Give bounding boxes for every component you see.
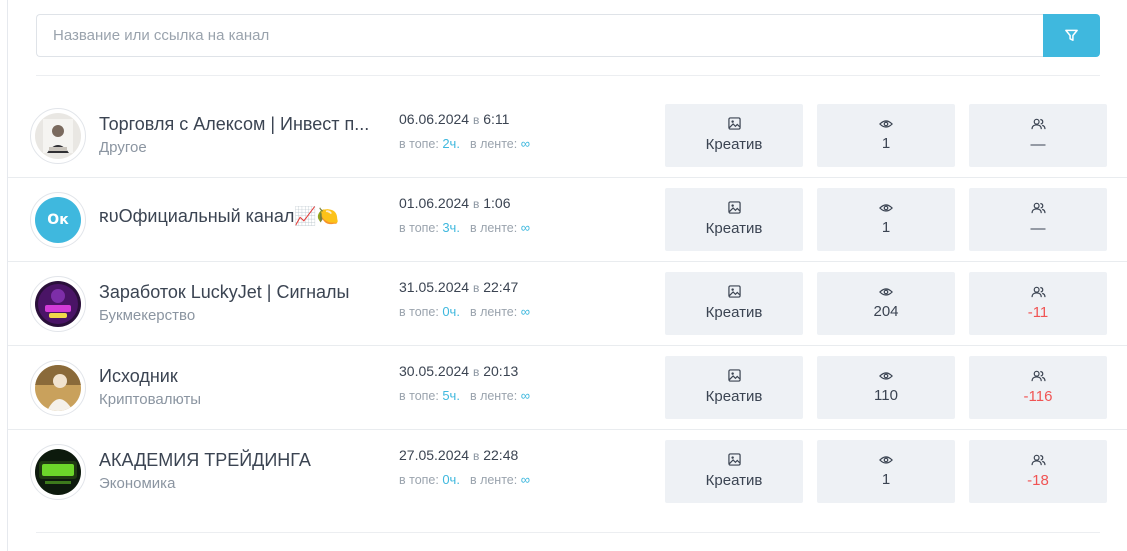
- users-icon: [1030, 286, 1046, 297]
- search-input[interactable]: [36, 14, 1043, 57]
- avatar-photo: [35, 365, 81, 411]
- channel-category: Другое: [99, 139, 147, 156]
- subscribers-stat: -11: [969, 272, 1107, 335]
- post-date: 01.06.2024 в 1:06: [399, 195, 511, 211]
- subscribers-change: -11: [1027, 303, 1049, 321]
- post-meta: в топе: 2ч. в ленте: ∞: [399, 136, 530, 151]
- channel-list: Торговля с Алексом | Инвест п... Другое …: [8, 94, 1127, 514]
- creative-button[interactable]: Креатив: [665, 104, 803, 167]
- post-meta: в топе: 5ч. в ленте: ∞: [399, 388, 530, 403]
- divider-bottom: [36, 532, 1100, 533]
- views-stat: 1: [817, 440, 955, 503]
- filter-icon: [1065, 29, 1078, 41]
- creative-label: Креатив: [705, 304, 763, 321]
- image-icon: [727, 201, 741, 214]
- list-item[interactable]: АКАДЕМИЯ ТРЕЙДИНГА Экономика 27.05.2024 …: [8, 430, 1127, 514]
- channel-category: Букмекерство: [99, 307, 196, 324]
- eye-icon: [879, 287, 893, 296]
- channel-category: Экономика: [99, 475, 176, 492]
- creative-button[interactable]: Креатив: [665, 356, 803, 419]
- eye-icon: [879, 371, 893, 380]
- views-count: 1: [881, 218, 891, 236]
- users-icon: [1030, 370, 1046, 381]
- avatar-initials: Ок: [35, 197, 81, 243]
- users-icon: [1030, 118, 1046, 129]
- users-icon: [1030, 202, 1046, 213]
- channel-name[interactable]: ʀᴜОфициальный канал📈🍋: [99, 204, 379, 228]
- views-stat: 204: [817, 272, 955, 335]
- subscribers-stat: -18: [969, 440, 1107, 503]
- channel-category: Криптовалюты: [99, 391, 202, 408]
- post-date: 06.06.2024 в 6:11: [399, 111, 510, 127]
- subscribers-stat: -116: [969, 356, 1107, 419]
- views-stat: 1: [817, 104, 955, 167]
- avatar[interactable]: Ок: [30, 192, 86, 248]
- list-item[interactable]: Исходник Криптовалюты 30.05.2024 в 20:13…: [8, 346, 1127, 430]
- subscribers-change: —: [1030, 135, 1046, 153]
- avatar-photo: [35, 113, 81, 159]
- image-icon: [727, 453, 741, 466]
- post-meta: в топе: 0ч. в ленте: ∞: [399, 304, 530, 319]
- avatar[interactable]: [30, 276, 86, 332]
- filter-button[interactable]: [1043, 14, 1100, 57]
- avatar[interactable]: [30, 360, 86, 416]
- avatar[interactable]: [30, 444, 86, 500]
- image-icon: [727, 285, 741, 298]
- search-bar: [36, 14, 1100, 57]
- views-count: 204: [873, 302, 899, 320]
- post-date: 30.05.2024 в 20:13: [399, 363, 519, 379]
- list-item[interactable]: Торговля с Алексом | Инвест п... Другое …: [8, 94, 1127, 178]
- views-count: 1: [881, 470, 891, 488]
- subscribers-change: -116: [1023, 387, 1053, 405]
- creative-label: Креатив: [705, 472, 763, 489]
- channel-name[interactable]: Исходник: [99, 364, 379, 388]
- image-icon: [727, 369, 741, 382]
- creative-label: Креатив: [705, 136, 763, 153]
- post-date: 31.05.2024 в 22:47: [399, 279, 519, 295]
- post-meta: в топе: 3ч. в ленте: ∞: [399, 220, 530, 235]
- image-icon: [727, 117, 741, 130]
- subscribers-stat: —: [969, 104, 1107, 167]
- eye-icon: [879, 119, 893, 128]
- post-meta: в топе: 0ч. в ленте: ∞: [399, 472, 530, 487]
- subscribers-change: —: [1030, 219, 1046, 237]
- views-stat: 110: [817, 356, 955, 419]
- views-count: 110: [874, 386, 898, 404]
- creative-label: Креатив: [705, 388, 763, 405]
- creative-button[interactable]: Креатив: [665, 272, 803, 335]
- creative-button[interactable]: Креатив: [665, 440, 803, 503]
- creative-label: Креатив: [705, 220, 763, 237]
- list-item[interactable]: Ок ʀᴜОфициальный канал📈🍋 01.06.2024 в 1:…: [8, 178, 1127, 262]
- subscribers-stat: —: [969, 188, 1107, 251]
- subscribers-change: -18: [1027, 471, 1049, 489]
- channel-name[interactable]: АКАДЕМИЯ ТРЕЙДИНГА: [99, 448, 379, 472]
- avatar-photo: [35, 281, 81, 327]
- channel-name[interactable]: Торговля с Алексом | Инвест п...: [99, 112, 379, 136]
- list-item[interactable]: Заработок LuckyJet | Сигналы Букмекерств…: [8, 262, 1127, 346]
- avatar-photo: [35, 449, 81, 495]
- views-stat: 1: [817, 188, 955, 251]
- users-icon: [1030, 454, 1046, 465]
- divider-top: [36, 75, 1100, 76]
- post-date: 27.05.2024 в 22:48: [399, 447, 519, 463]
- views-count: 1: [881, 134, 891, 152]
- eye-icon: [879, 203, 893, 212]
- creative-button[interactable]: Креатив: [665, 188, 803, 251]
- channel-name[interactable]: Заработок LuckyJet | Сигналы: [99, 280, 379, 304]
- avatar[interactable]: [30, 108, 86, 164]
- eye-icon: [879, 455, 893, 464]
